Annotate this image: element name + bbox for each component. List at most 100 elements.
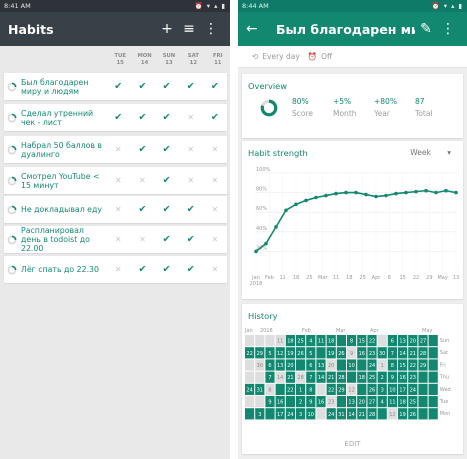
history-day-number: 30 [379, 351, 385, 357]
history-day-cell[interactable] [428, 383, 438, 395]
habit-row[interactable]: Набрал 50 баллов в дуалинго ✕ ✔ ✔ ✕ ✕ [4, 136, 227, 163]
edit-pencil-icon[interactable]: ✎ [415, 21, 437, 37]
cross-icon[interactable]: ✕ [203, 205, 227, 214]
check-icon[interactable]: ✔ [155, 234, 179, 245]
history-day-cell[interactable] [265, 335, 275, 347]
weekday-label: Mon [440, 411, 451, 417]
history-day-cell[interactable] [428, 396, 438, 408]
check-icon[interactable]: ✔ [106, 81, 130, 92]
history-day-number: 21 [410, 351, 416, 357]
history-day-number: 11 [389, 400, 395, 406]
history-day-cell[interactable] [245, 396, 255, 408]
history-day-cell[interactable] [418, 371, 428, 383]
history-day-cell[interactable] [377, 335, 387, 347]
history-day-cell[interactable] [428, 347, 438, 359]
cross-icon[interactable]: ✕ [106, 176, 130, 185]
overflow-menu-icon[interactable]: ⋮ [437, 21, 459, 37]
cross-icon[interactable]: ✕ [203, 235, 227, 244]
filter-button[interactable]: ≡ [178, 21, 200, 37]
check-icon[interactable]: ✔ [130, 81, 154, 92]
habit-row[interactable]: Сделал утренний чек - лист ✔ ✔ ✔ ✕ ✔ [4, 104, 227, 131]
check-icon[interactable]: ✔ [130, 144, 154, 155]
cross-icon[interactable]: ✕ [203, 176, 227, 185]
check-icon[interactable]: ✔ [179, 264, 203, 275]
cross-icon[interactable]: ✕ [179, 113, 203, 122]
habit-row[interactable]: Не докладывал еду ✕ ✔ ✔ ✔ ✕ [4, 196, 227, 223]
history-day-cell[interactable] [336, 335, 346, 347]
history-day-cell[interactable] [265, 408, 275, 420]
history-day-cell[interactable] [418, 408, 428, 420]
history-day-cell[interactable] [255, 371, 265, 383]
history-title: History [248, 311, 278, 321]
history-day-cell[interactable] [336, 396, 346, 408]
check-icon[interactable]: ✔ [155, 144, 179, 155]
history-day-number: 26 [297, 351, 303, 357]
cross-icon[interactable]: ✕ [130, 235, 154, 244]
cross-icon[interactable]: ✕ [179, 176, 203, 185]
cross-icon[interactable]: ✕ [179, 145, 203, 154]
check-icon[interactable]: ✔ [155, 204, 179, 215]
back-arrow-icon[interactable]: ← [246, 21, 268, 37]
history-day-number: 9 [391, 375, 394, 381]
habit-row[interactable]: Распланировал день в todoist до 22.00 ✕ ✕ ✔… [4, 226, 227, 253]
check-icon[interactable]: ✔ [203, 112, 227, 123]
history-day-number: 20 [359, 400, 365, 406]
history-day-cell[interactable] [245, 359, 255, 371]
data-point [404, 190, 408, 195]
history-day-cell[interactable] [245, 335, 255, 347]
add-habit-button[interactable]: + [156, 21, 178, 37]
cross-icon[interactable]: ✕ [106, 235, 130, 244]
history-day-cell[interactable] [255, 396, 265, 408]
check-icon[interactable]: ✔ [155, 112, 179, 123]
history-day-cell[interactable] [428, 371, 438, 383]
check-icon[interactable]: ✔ [155, 264, 179, 275]
check-icon[interactable]: ✔ [130, 204, 154, 215]
history-day-number: 21 [359, 412, 365, 418]
period-select[interactable]: Week ▾ [410, 148, 451, 157]
habit-row[interactable]: Лёг спать до 22.30 ✕ ✔ ✔ ✔ ✕ [4, 256, 227, 283]
history-day-cell[interactable] [428, 408, 438, 420]
check-icon[interactable]: ✔ [106, 112, 130, 123]
cross-icon[interactable]: ✕ [203, 265, 227, 274]
history-day-cell[interactable] [418, 383, 428, 395]
edit-history-button[interactable]: EDIT [242, 440, 463, 448]
history-day-cell[interactable] [316, 347, 326, 359]
history-day-cell[interactable] [418, 396, 428, 408]
data-point [454, 190, 458, 195]
history-day-cell[interactable] [357, 359, 367, 371]
check-icon[interactable]: ✔ [130, 112, 154, 123]
history-day-cell[interactable] [296, 359, 306, 371]
check-icon[interactable]: ✔ [203, 81, 227, 92]
history-day-cell[interactable] [245, 371, 255, 383]
habit-row[interactable]: Был благодарен миру и людям ✔ ✔ ✔ ✔ ✔ [4, 73, 227, 100]
check-icon[interactable]: ✔ [179, 81, 203, 92]
history-day-number: 7 [268, 375, 271, 381]
cross-icon[interactable]: ✕ [106, 205, 130, 214]
history-day-cell[interactable] [316, 383, 326, 395]
history-day-cell[interactable] [245, 408, 255, 420]
check-icon[interactable]: ✔ [155, 81, 179, 92]
cross-icon[interactable]: ✕ [203, 145, 227, 154]
history-day-cell[interactable] [357, 383, 367, 395]
check-icon[interactable]: ✔ [179, 234, 203, 245]
history-day-cell[interactable] [377, 408, 387, 420]
cross-icon[interactable]: ✕ [106, 265, 130, 274]
history-day-cell[interactable] [336, 359, 346, 371]
history-day-cell[interactable] [285, 396, 295, 408]
habit-row[interactable]: Смотрел YouTube < 15 минут ✕ ✕ ✔ ✕ ✕ [4, 167, 227, 194]
history-day-cell[interactable] [255, 335, 265, 347]
overflow-menu-icon[interactable]: ⋮ [200, 21, 222, 37]
check-icon[interactable]: ✔ [155, 175, 179, 186]
history-day-number: 28 [420, 351, 426, 357]
check-icon[interactable]: ✔ [130, 264, 154, 275]
history-day-cell[interactable] [275, 383, 285, 395]
history-day-cell[interactable] [428, 359, 438, 371]
cross-icon[interactable]: ✕ [130, 176, 154, 185]
weekday-label: Thu [439, 375, 449, 381]
history-day-cell[interactable] [428, 335, 438, 347]
check-icon[interactable]: ✔ [179, 204, 203, 215]
x-tick-label: 25 [359, 275, 365, 281]
cross-icon[interactable]: ✕ [106, 145, 130, 154]
history-day-cell[interactable] [347, 371, 357, 383]
history-day-cell[interactable] [316, 408, 326, 420]
